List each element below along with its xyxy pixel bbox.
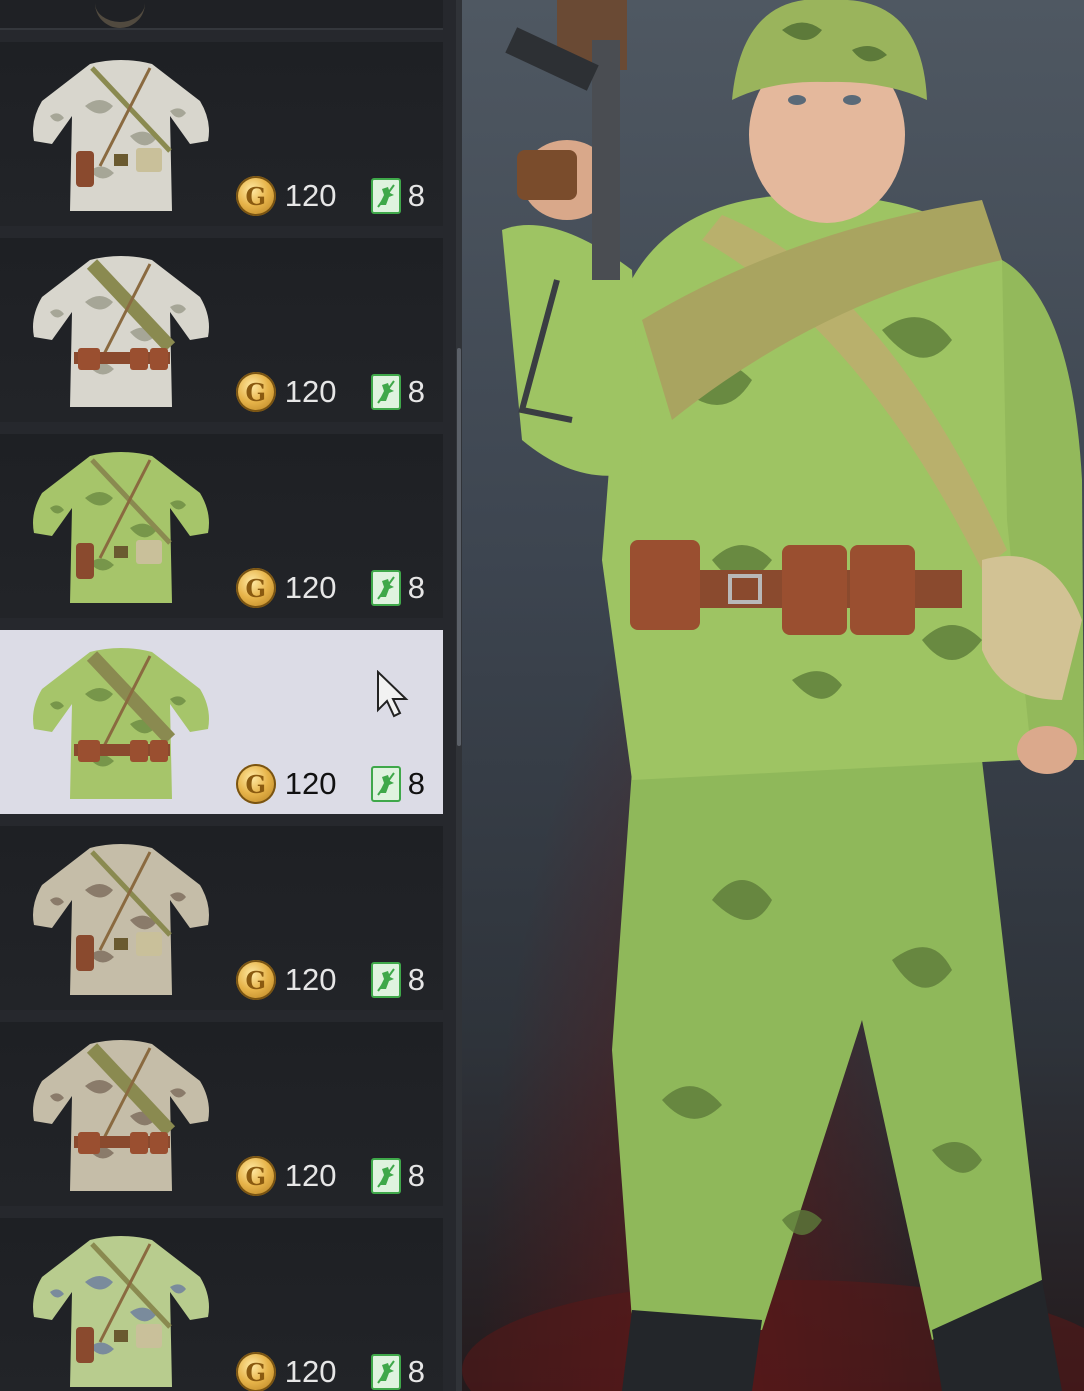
ticket-icon bbox=[370, 178, 401, 214]
gold-price: 120 bbox=[284, 178, 337, 213]
uniform-item-card[interactable]: G 120 8 bbox=[0, 42, 443, 226]
uniform-item-card[interactable]: G 120 8 bbox=[0, 1022, 443, 1206]
ticket-price: 8 bbox=[407, 962, 425, 997]
gold-price: 120 bbox=[284, 570, 337, 605]
uniform-item-card[interactable]: G 120 8 bbox=[0, 1218, 443, 1391]
gold-price: 120 bbox=[284, 374, 337, 409]
previous-item-stub[interactable] bbox=[0, 0, 443, 30]
gold-coin-icon: G bbox=[235, 764, 276, 804]
jacket-thumbnail bbox=[33, 452, 209, 603]
price-row: G 120 8 bbox=[235, 1350, 425, 1391]
ticket-icon bbox=[370, 766, 401, 802]
ticket-price: 8 bbox=[407, 570, 425, 605]
gold-coin-icon: G bbox=[235, 568, 276, 608]
gold-coin-icon: G bbox=[235, 1156, 276, 1196]
jacket-thumbnail bbox=[33, 1236, 209, 1387]
gold-price: 120 bbox=[284, 962, 337, 997]
stub-decoration bbox=[95, 0, 145, 28]
scrollbar-thumb[interactable] bbox=[457, 348, 461, 746]
character-preview[interactable] bbox=[462, 0, 1084, 1391]
gold-price: 120 bbox=[284, 1354, 337, 1389]
jacket-thumbnail bbox=[33, 844, 209, 995]
jacket-thumbnail bbox=[33, 1040, 209, 1191]
ticket-price: 8 bbox=[407, 766, 425, 801]
ticket-icon bbox=[370, 962, 401, 998]
ticket-icon bbox=[370, 374, 401, 410]
jacket-thumbnail bbox=[33, 256, 209, 407]
price-row: G 120 8 bbox=[235, 370, 425, 414]
gold-coin-icon: G bbox=[235, 372, 276, 412]
uniform-item-card[interactable]: G 120 8 bbox=[0, 238, 443, 422]
ticket-price: 8 bbox=[407, 1354, 425, 1389]
gold-coin-icon: G bbox=[235, 176, 276, 216]
price-row: G 120 8 bbox=[235, 174, 425, 218]
uniform-item-card[interactable]: G 120 8 bbox=[0, 434, 443, 618]
ticket-price: 8 bbox=[407, 178, 425, 213]
jacket-thumbnail bbox=[33, 60, 209, 211]
mouse-cursor-icon bbox=[377, 670, 409, 718]
gold-coin-icon: G bbox=[235, 1352, 276, 1391]
ticket-icon bbox=[370, 1354, 401, 1390]
price-row: G 120 8 bbox=[235, 762, 425, 806]
jacket-thumbnail bbox=[33, 648, 209, 799]
price-row: G 120 8 bbox=[235, 1154, 425, 1198]
uniform-item-card[interactable]: G 120 8 bbox=[0, 826, 443, 1010]
soldier-model bbox=[462, 0, 1084, 1391]
price-row: G 120 8 bbox=[235, 566, 425, 610]
ticket-icon bbox=[370, 570, 401, 606]
gold-price: 120 bbox=[284, 1158, 337, 1193]
price-row: G 120 8 bbox=[235, 958, 425, 1002]
ticket-icon bbox=[370, 1158, 401, 1194]
gold-coin-icon: G bbox=[235, 960, 276, 1000]
gold-price: 120 bbox=[284, 766, 337, 801]
uniform-item-card[interactable]: G 120 8 bbox=[0, 630, 443, 814]
ticket-price: 8 bbox=[407, 1158, 425, 1193]
ticket-price: 8 bbox=[407, 374, 425, 409]
